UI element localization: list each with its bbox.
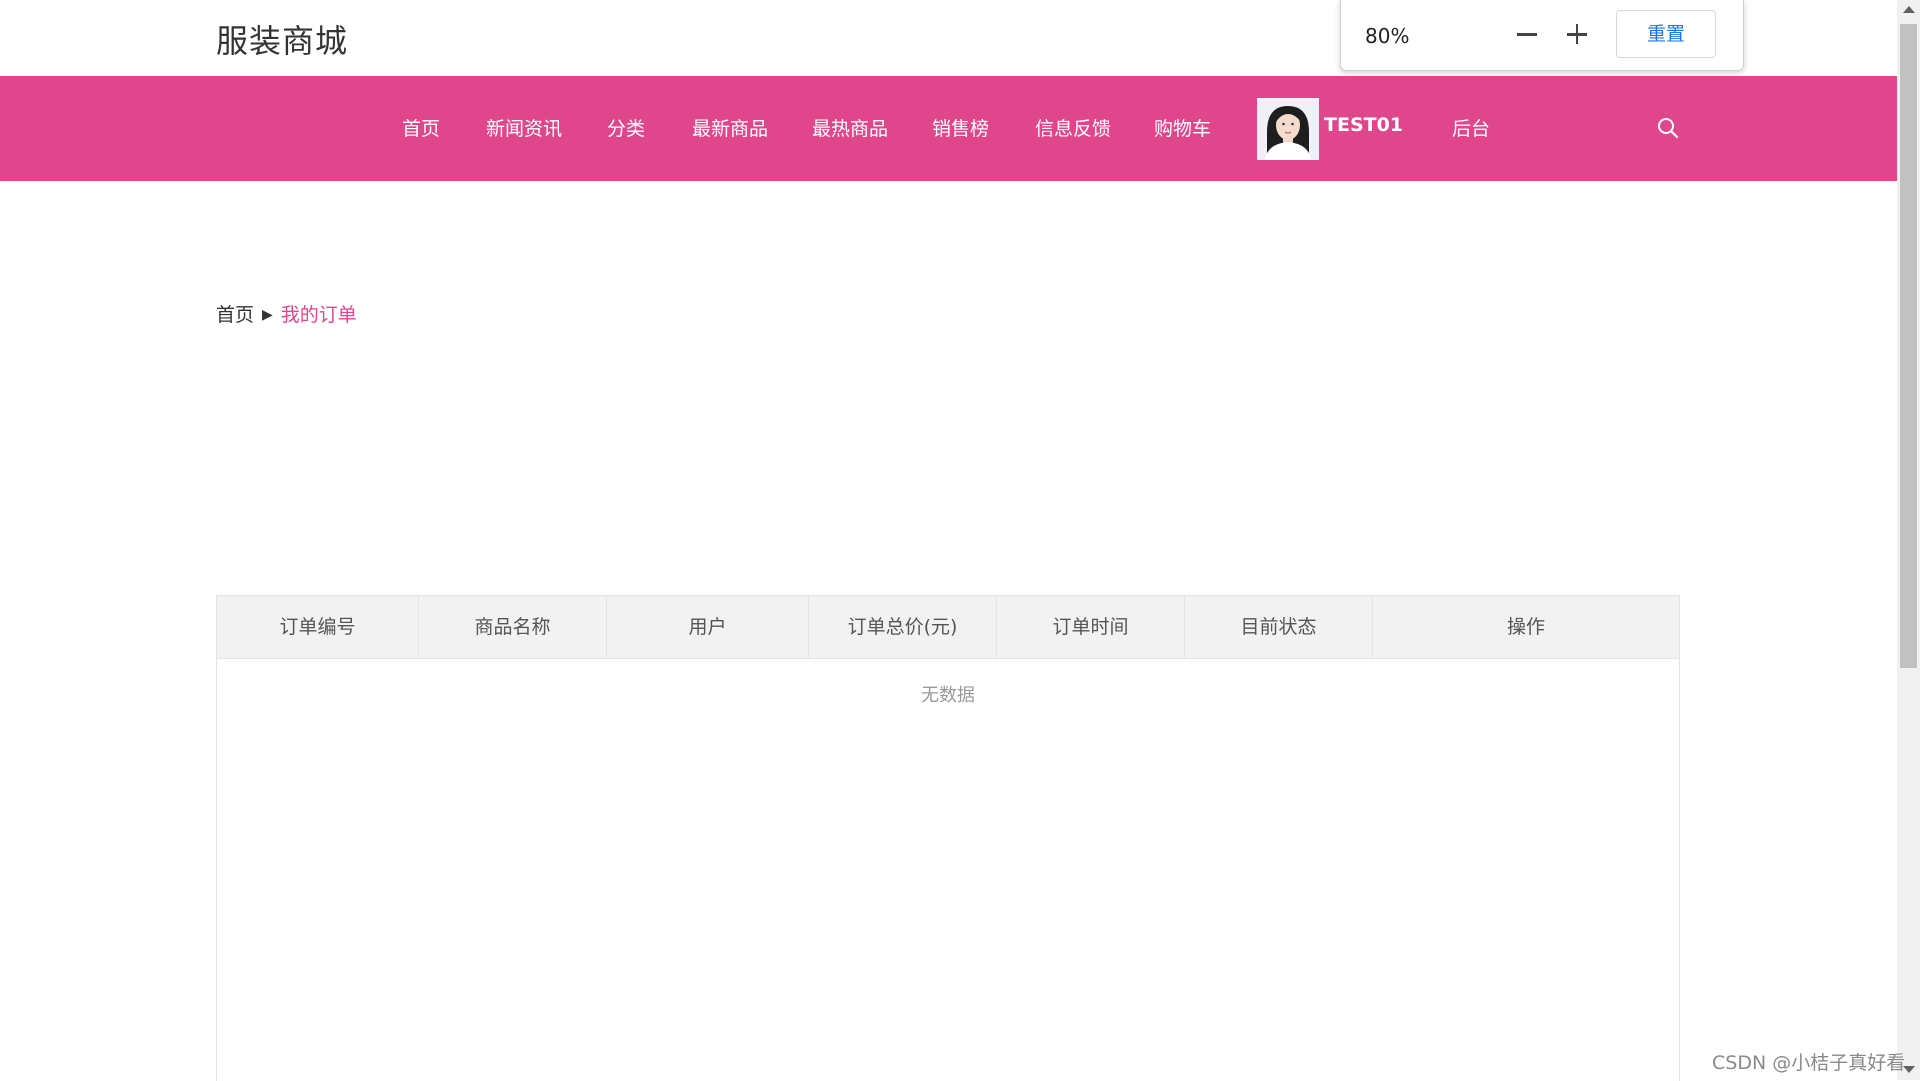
nav-item-new-products[interactable]: 最新商品	[692, 114, 768, 141]
nav-item-news[interactable]: 新闻资讯	[486, 114, 562, 141]
nav-item-category[interactable]: 分类	[607, 114, 645, 141]
user-photo	[1257, 98, 1319, 160]
zoom-level: 80%	[1365, 24, 1410, 48]
column-actions: 操作	[1506, 616, 1545, 638]
avatar[interactable]	[1257, 98, 1319, 160]
zoom-in-icon[interactable]	[1559, 16, 1595, 52]
watermark: CSDN @小桔子真好看	[1712, 1052, 1906, 1074]
order-table: 订单编号 商品名称 用户 订单总价(元) 订单时间 目前状态 操作 无数据	[216, 595, 1680, 1081]
page-scrollbar[interactable]	[1897, 0, 1920, 1080]
breadcrumb-home[interactable]: 首页	[216, 304, 254, 326]
scrollbar-thumb[interactable]	[1900, 24, 1917, 668]
column-order-id: 订单编号	[217, 596, 419, 658]
nav-item-hot-products[interactable]: 最热商品	[812, 114, 888, 141]
nav-item-admin[interactable]: 后台	[1452, 114, 1490, 141]
table-header: 订单编号 商品名称 用户 订单总价(元) 订单时间 目前状态 操作	[217, 596, 1679, 659]
column-user: 用户	[607, 596, 809, 658]
breadcrumb-current: 我的订单	[280, 304, 357, 326]
column-status: 目前状态	[1185, 596, 1373, 658]
nav-item-cart[interactable]: 购物车	[1154, 114, 1211, 141]
column-product-name: 商品名称	[419, 596, 607, 658]
user-name[interactable]: TEST01	[1324, 114, 1403, 136]
zoom-out-icon[interactable]	[1509, 16, 1545, 52]
breadcrumb: 首页 ▶ 我的订单	[216, 300, 357, 327]
scroll-up-arrow-icon[interactable]	[1903, 6, 1915, 13]
site-brand[interactable]: 服装商城	[216, 16, 348, 62]
nav-item-feedback[interactable]: 信息反馈	[1035, 114, 1111, 141]
zoom-reset-button[interactable]: 重置	[1616, 10, 1716, 58]
column-total-price: 订单总价(元)	[809, 596, 997, 658]
column-order-time: 订单时间	[997, 596, 1185, 658]
zoom-popup: 80% 重置	[1340, 0, 1744, 71]
nav-item-sales-rank[interactable]: 销售榜	[932, 114, 989, 141]
breadcrumb-arrow-icon: ▶	[262, 307, 273, 323]
main-nav: 首页 新闻资讯 分类 最新商品 最热商品 销售榜 信息反馈 购物车 TEST01…	[0, 76, 1897, 181]
empty-state-text: 无数据	[921, 685, 975, 706]
nav-item-home[interactable]: 首页	[402, 114, 440, 141]
search-icon[interactable]	[1656, 116, 1680, 140]
